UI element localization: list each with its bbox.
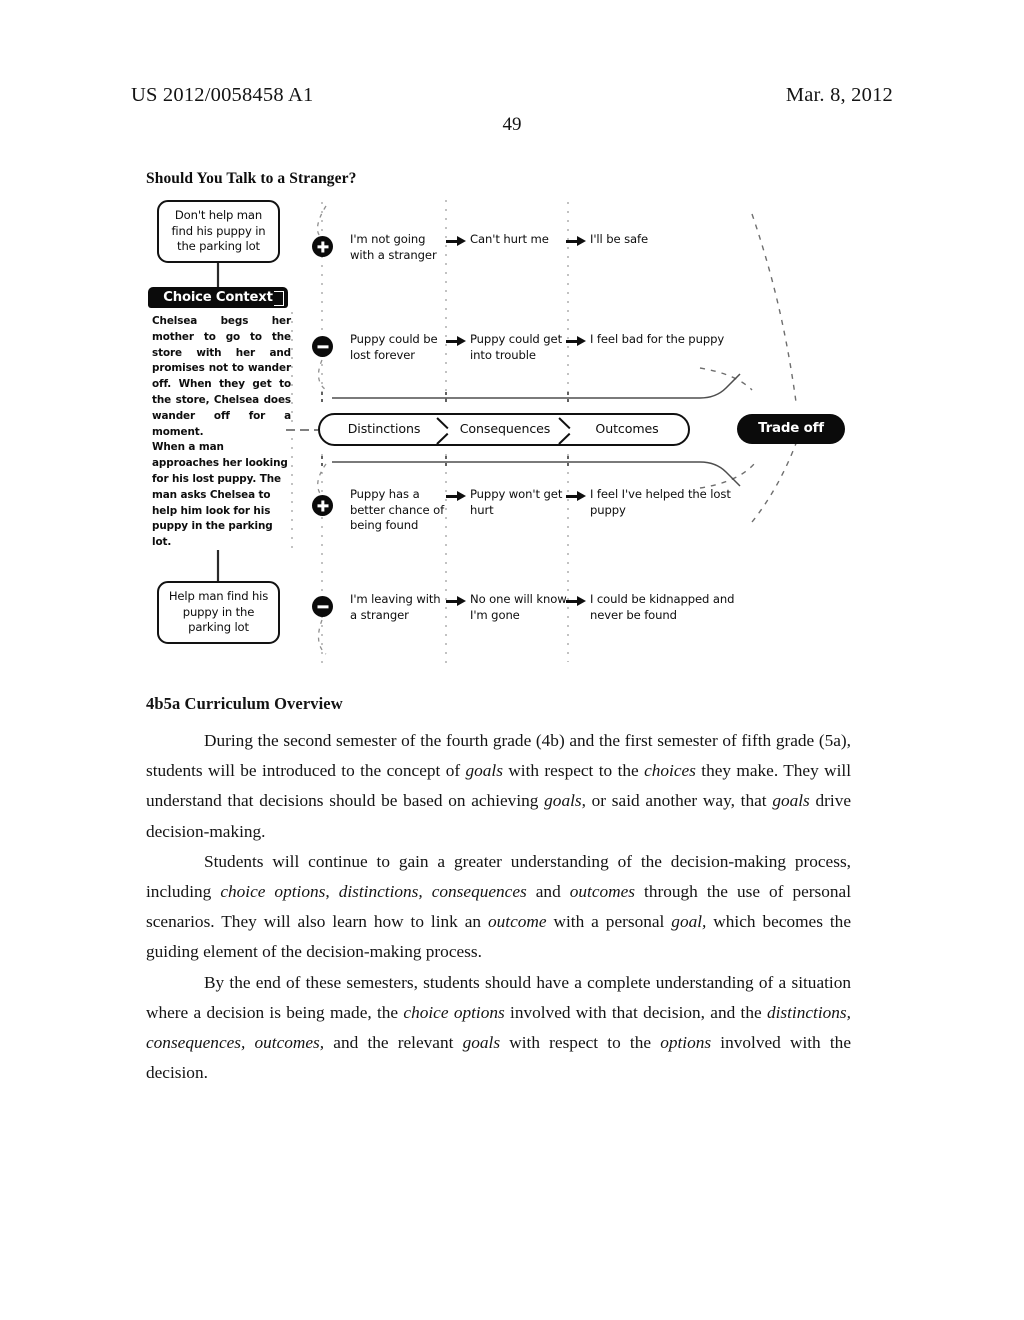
outcome-row3: I feel I've helped the lost puppy [590,487,731,517]
polarity-minus-icon-row2 [312,336,333,357]
outcome-row2: I feel bad for the puppy [590,332,725,346]
polarity-plus-icon-row3 [312,495,333,516]
stage-label-consequences[interactable]: Consequences [450,421,560,436]
publication-number: US 2012/0058458 A1 [131,84,314,106]
consequence-row3: Puppy won't get hurt [470,487,563,517]
choice-option-top[interactable]: Don't help man find his puppy in the par… [157,200,280,263]
body-text: During the second semester of the fourth… [146,726,851,1088]
distinction-row2: Puppy could be lost forever [350,332,438,362]
arrow-right-icon-row4-a [446,596,468,607]
bracket-nub-icon [274,291,284,306]
arrow-right-icon-row3-a [446,491,468,502]
distinction-row3: Puppy has a better chance of being found [350,487,445,533]
polarity-plus-icon-row1 [312,236,333,257]
paragraph-1: During the second semester of the fourth… [146,731,852,841]
distinction-row1: I'm not going with a stranger [350,232,437,262]
arrow-right-icon-row2-a [446,336,468,347]
choice-context-label: Choice Context [163,290,273,305]
figure-title: Should You Talk to a Stranger? [146,170,357,187]
patent-running-head: US 2012/0058458 A1 Mar. 8, 2012 [0,84,1024,110]
paragraph-3: By the end of these semesters, students … [146,972,851,1083]
distinction-row4: I'm leaving with a stranger [350,592,441,622]
stage-progression-bar: Distinctions Consequences Outcomes [318,413,690,446]
outcome-row4: I could be kidnapped and never be found [590,592,735,622]
chevron-right-icon-2 [558,415,574,445]
arrow-right-icon-row1-a [446,236,468,247]
context-paragraph-2: When a man approaches her looking for hi… [152,441,288,549]
arrow-right-icon-row4-b [566,596,588,607]
stage-label-outcomes[interactable]: Outcomes [574,421,680,436]
arrow-right-icon-row1-b [566,236,588,247]
arrow-right-icon-row2-b [566,336,588,347]
publication-date: Mar. 8, 2012 [785,84,893,106]
decision-map-figure: Don't help man find his puppy in the par… [140,192,880,672]
stage-label-distinctions[interactable]: Distinctions [332,421,436,436]
polarity-minus-icon-row4 [312,596,333,617]
section-heading: 4b5a Curriculum Overview [146,694,343,713]
paragraph-2: Students will continue to gain a greater… [146,851,852,962]
consequence-row1: Can't hurt me [470,232,549,246]
context-paragraph-1: Chelsea begs her mother to go to the sto… [152,315,291,438]
arrow-right-icon-row3-b [566,491,588,502]
choice-context-text: Chelsea begs her mother to go to the sto… [152,314,291,551]
page-number: 49 [502,114,522,135]
trade-off-badge: Trade off [737,414,845,444]
choice-context-band: Choice Context [148,287,288,308]
outcome-row1: I'll be safe [590,232,649,246]
consequence-row4: No one will know I'm gone [470,592,567,622]
choice-option-bottom[interactable]: Help man find his puppy in the parking l… [157,581,280,644]
consequence-row2: Puppy could get into trouble [470,332,563,362]
